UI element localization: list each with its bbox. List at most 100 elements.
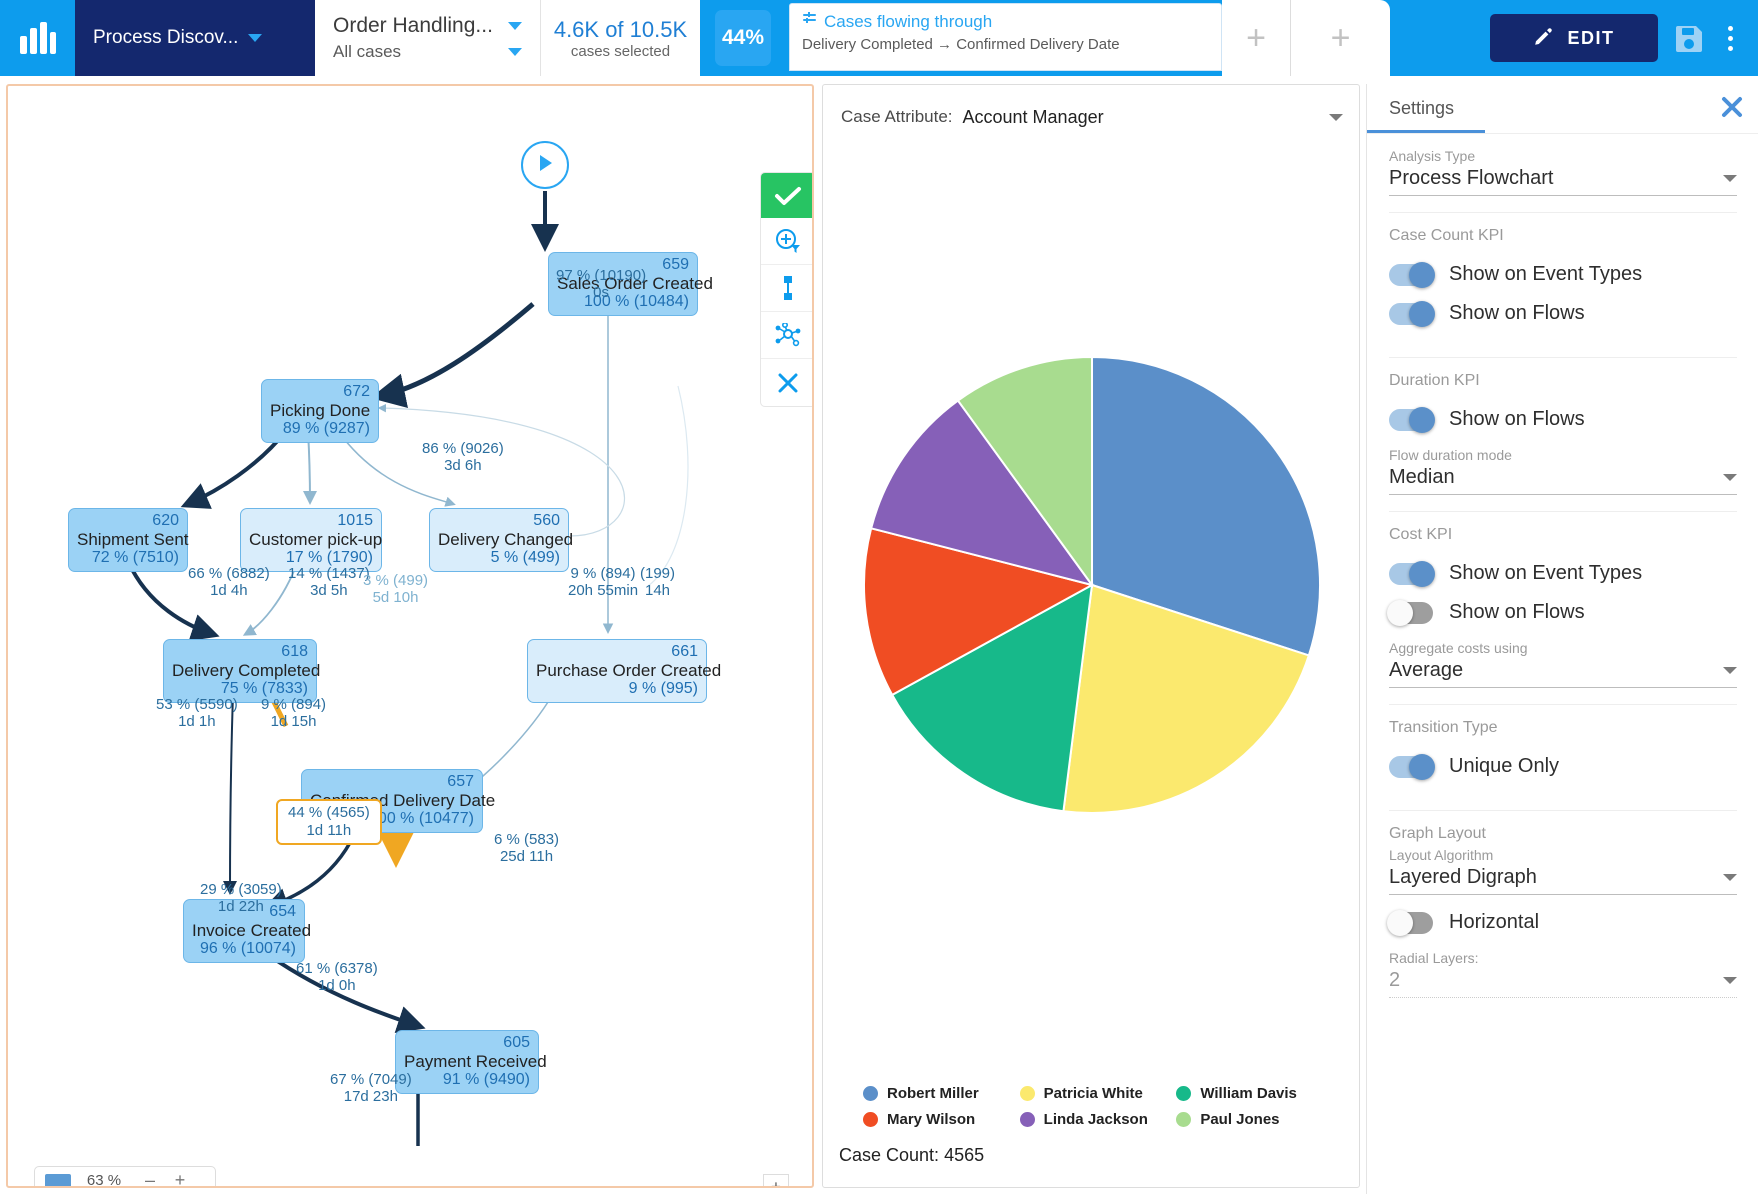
graph-threshold-controls[interactable]: 63 % – + 18 % – + xyxy=(34,1166,216,1186)
toggle-switch[interactable] xyxy=(1387,599,1433,626)
edge-label-sales-to-purchase[interactable]: 9 % (894) 20h 55min xyxy=(568,565,638,600)
flow-edges xyxy=(126,191,689,1146)
edge-label-start-to-sales[interactable]: 97 % (10190) 0s xyxy=(556,267,646,302)
aggregate-costs-select[interactable]: Average xyxy=(1389,659,1737,688)
app-header: Process Discov... Order Handling... All … xyxy=(0,0,1758,76)
check-icon[interactable] xyxy=(761,173,812,218)
legend-item[interactable]: Patricia White xyxy=(1019,1085,1177,1102)
node-threshold-row[interactable]: 63 % – + xyxy=(35,1167,215,1186)
flow-duration-mode-select[interactable]: Median xyxy=(1389,466,1737,495)
case-attribute-label: Case Attribute: xyxy=(841,107,953,126)
node-threshold-minus[interactable]: – xyxy=(137,1170,163,1186)
edit-button-label: EDIT xyxy=(1567,27,1615,48)
process-selector[interactable]: Order Handling... xyxy=(333,14,522,38)
edge-label-picking-to-shipment[interactable]: 66 % (6882) 1d 4h xyxy=(188,565,270,600)
flow-node-count: 618 xyxy=(281,643,308,660)
edge-label-line1: 9 % (894) xyxy=(570,565,636,582)
legend-item[interactable]: Paul Jones xyxy=(1176,1111,1333,1128)
duration-show-flows-toggle[interactable]: Show on Flows xyxy=(1389,406,1737,433)
edge-label-shipment-to-delivery[interactable]: 53 % (5590) 1d 1h xyxy=(156,696,238,731)
flow-node-delivery-completed[interactable]: 618 Delivery Completed 75 % (7833) xyxy=(163,639,320,703)
edge-label-invoice-to-payment[interactable]: 67 % (7049) 17d 23h xyxy=(330,1071,412,1106)
chevron-down-icon[interactable] xyxy=(508,22,522,30)
case-count-show-event-types-toggle[interactable]: Show on Event Types xyxy=(1389,261,1737,288)
save-disk-icon xyxy=(1672,26,1706,58)
legend-color-dot xyxy=(1019,1112,1035,1127)
process-flowchart-panel[interactable]: 659 Sales Order Created 100 % (10484) 672 Pi… xyxy=(6,84,814,1188)
edit-button[interactable]: EDIT xyxy=(1490,14,1658,62)
toggle-switch[interactable] xyxy=(1389,300,1435,327)
graph-toolbar[interactable] xyxy=(760,172,812,407)
analysis-type-select[interactable]: Process Flowchart xyxy=(1389,167,1737,196)
horizontal-toggle[interactable]: Horizontal xyxy=(1387,909,1737,936)
flow-node-shipment-sent[interactable]: 620 Shipment Sent 72 % (7510) xyxy=(68,508,189,572)
app-title: Process Discov... xyxy=(93,27,239,48)
chevron-down-icon[interactable] xyxy=(1329,113,1343,121)
chevron-down-icon[interactable] xyxy=(1723,977,1737,984)
more-options-button[interactable] xyxy=(1718,20,1742,56)
legend-item[interactable]: Mary Wilson xyxy=(863,1111,1020,1128)
chevron-down-icon[interactable] xyxy=(1723,874,1737,881)
save-button[interactable] xyxy=(1672,22,1706,54)
flow-node-picking-done[interactable]: 672 Picking Done 89 % (9287) xyxy=(261,379,379,443)
graph-zoom-controls[interactable]: + – xyxy=(763,1174,789,1186)
edge-label-line1: 66 % (6882) xyxy=(188,565,270,582)
toggle-label: Show on Flows xyxy=(1449,408,1585,430)
edge-label-sales-to-picking[interactable]: 86 % (9026) 3d 6h xyxy=(422,440,504,475)
zoom-filter-icon[interactable] xyxy=(761,218,812,265)
node-threshold-plus[interactable]: + xyxy=(167,1170,193,1186)
chevron-down-icon[interactable] xyxy=(1723,474,1737,481)
legend-item[interactable]: Robert Miller xyxy=(863,1085,1020,1102)
app-title-selector[interactable]: Process Discov... xyxy=(75,0,315,76)
flow-node-purchase-order-created[interactable]: 661 Purchase Order Created 9 % (995) xyxy=(527,639,721,703)
case-selector[interactable]: All cases xyxy=(333,42,522,62)
app-logo[interactable] xyxy=(0,0,75,76)
pie-chart-svg[interactable] xyxy=(842,335,1342,835)
flow-node-pct: 96 % (10074) xyxy=(199,939,296,957)
legend-item[interactable]: Linda Jackson xyxy=(1019,1111,1177,1128)
edge-label-purchase-to-confirmed[interactable]: 6 % (583) 25d 11h xyxy=(494,831,559,866)
highlighted-edge-label[interactable]: 44 % (4565) 1d 11h xyxy=(276,799,382,845)
case-count-kpi-title: Case Count KPI xyxy=(1389,227,1504,244)
edge-label-picking-to-pickup[interactable]: 14 % (1437) 3d 5h xyxy=(288,565,370,600)
chevron-down-icon[interactable] xyxy=(1723,667,1737,674)
network-graph-icon[interactable] xyxy=(761,312,812,359)
close-icon[interactable] xyxy=(1721,96,1743,123)
case-count-show-flows-toggle[interactable]: Show on Flows xyxy=(1389,300,1737,327)
toggle-switch[interactable] xyxy=(1387,909,1433,936)
pie-chart[interactable] xyxy=(823,315,1361,855)
toggle-switch[interactable] xyxy=(1389,560,1435,587)
toggle-switch[interactable] xyxy=(1389,406,1435,433)
filter-icon xyxy=(802,12,817,32)
edge-label-confirmed-to-invoice[interactable]: 61 % (6378) 1d 0h xyxy=(296,960,378,995)
filter-chip[interactable]: Cases flowing through Delivery Completed… xyxy=(789,3,1222,71)
toggle-switch[interactable] xyxy=(1389,753,1435,780)
flow-duration-mode-value: Median xyxy=(1389,466,1455,488)
legend-color-dot xyxy=(863,1086,878,1101)
chevron-down-icon[interactable] xyxy=(1723,175,1737,182)
edge-label-pickup-to-delivery[interactable]: 9 % (894) 1d 15h xyxy=(261,696,326,731)
legend-item[interactable]: William Davis xyxy=(1176,1085,1333,1102)
close-icon[interactable] xyxy=(761,359,812,406)
split-vertical-icon[interactable] xyxy=(761,265,812,312)
flow-node-customer-pick-up[interactable]: 1015 Customer pick-up 17 % (1790) xyxy=(240,508,382,572)
cost-show-flows-toggle[interactable]: Show on Flows xyxy=(1387,599,1737,626)
case-attribute-value: Account Manager xyxy=(962,106,1104,127)
toggle-switch[interactable] xyxy=(1389,261,1435,288)
zoom-in-button[interactable]: + xyxy=(763,1174,789,1186)
flow-node-payment-received[interactable]: 605 Payment Received 91 % (9490) xyxy=(395,1030,547,1094)
flow-node-delivery-changed[interactable]: 560 Delivery Changed 5 % (499) xyxy=(429,508,573,572)
radial-layers-select[interactable]: 2 xyxy=(1389,969,1737,998)
case-attribute-selector[interactable]: Case Attribute: Account Manager xyxy=(823,85,1361,149)
add-chart-button[interactable]: + xyxy=(1222,0,1290,76)
add-tab-button[interactable]: + xyxy=(1290,0,1390,76)
start-node[interactable] xyxy=(521,141,569,189)
chevron-down-icon[interactable] xyxy=(248,34,263,42)
edge-label-delivery-to-invoice[interactable]: 29 % (3059) 1d 22h xyxy=(200,881,282,916)
unique-only-toggle[interactable]: Unique Only xyxy=(1389,753,1737,780)
cost-show-event-types-toggle[interactable]: Show on Event Types xyxy=(1389,560,1737,587)
edge-label-changed-to-picking[interactable]: (199) 14h xyxy=(640,565,675,600)
edge-label-picking-to-changed[interactable]: 3 % (499) 5d 10h xyxy=(363,572,428,607)
layout-algorithm-select[interactable]: Layered Digraph xyxy=(1389,866,1737,895)
chevron-down-icon[interactable] xyxy=(508,48,522,56)
